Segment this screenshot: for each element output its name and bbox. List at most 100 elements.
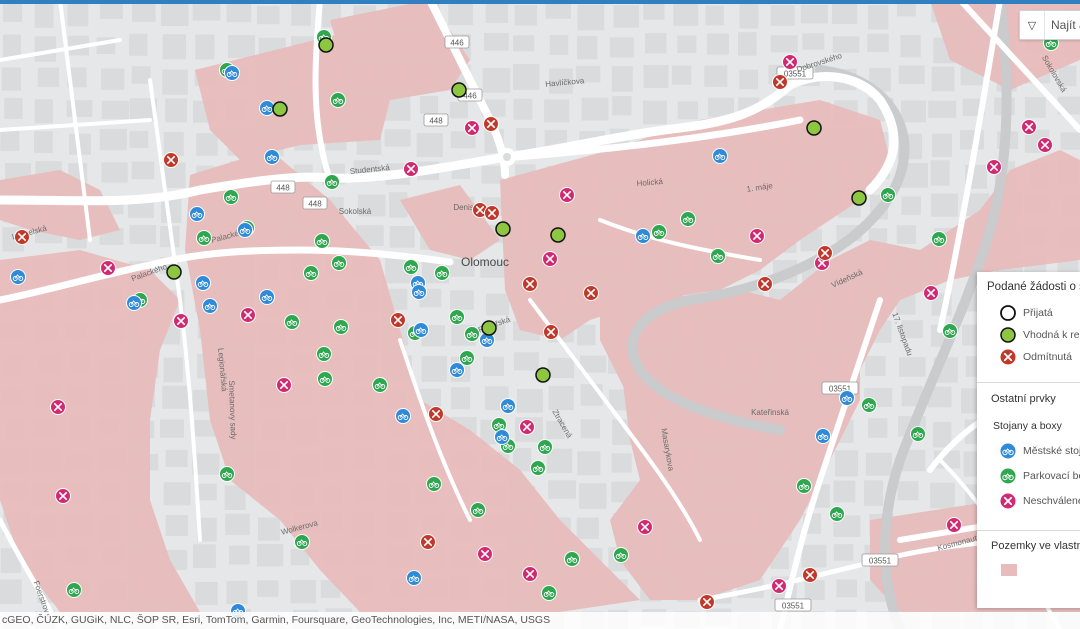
parking-box-marker[interactable]: [223, 189, 239, 205]
suitable-request-marker[interactable]: [166, 264, 182, 280]
unapproved-marker[interactable]: [946, 517, 962, 533]
parking-box-marker[interactable]: [403, 259, 419, 275]
unapproved-marker[interactable]: [771, 578, 787, 594]
parking-box-marker[interactable]: [196, 230, 212, 246]
city-rack-marker[interactable]: [259, 289, 275, 305]
unapproved-marker[interactable]: [1021, 119, 1037, 135]
unapproved-marker[interactable]: [522, 566, 538, 582]
parking-box-marker[interactable]: [530, 460, 546, 476]
unapproved-marker[interactable]: [477, 546, 493, 562]
unapproved-marker[interactable]: [986, 159, 1002, 175]
city-rack-marker[interactable]: [839, 390, 855, 406]
suitable-request-marker[interactable]: [318, 37, 334, 53]
unapproved-marker[interactable]: [403, 161, 419, 177]
city-rack-marker[interactable]: [395, 408, 411, 424]
parking-box-marker[interactable]: [324, 174, 340, 190]
city-rack-marker[interactable]: [815, 428, 831, 444]
unapproved-marker[interactable]: [464, 120, 480, 136]
parking-box-marker[interactable]: [294, 534, 310, 550]
rejected-request-marker[interactable]: [772, 74, 788, 90]
rejected-request-marker[interactable]: [817, 245, 833, 261]
rejected-request-marker[interactable]: [390, 312, 406, 328]
city-rack-marker[interactable]: [406, 570, 422, 586]
parking-box-marker[interactable]: [541, 585, 557, 601]
city-rack-marker[interactable]: [494, 429, 510, 445]
city-rack-marker[interactable]: [189, 206, 205, 222]
parking-box-marker[interactable]: [942, 323, 958, 339]
parking-box-marker[interactable]: [464, 326, 480, 342]
map-canvas[interactable]: 44644844844803551035510355103551446 Pala…: [0, 0, 1080, 629]
suitable-request-marker[interactable]: [550, 227, 566, 243]
unapproved-marker[interactable]: [519, 419, 535, 435]
unapproved-marker[interactable]: [782, 54, 798, 70]
city-rack-marker[interactable]: [411, 284, 427, 300]
parking-box-marker[interactable]: [470, 502, 486, 518]
city-rack-marker[interactable]: [449, 362, 465, 378]
city-rack-marker[interactable]: [413, 322, 429, 338]
parking-box-marker[interactable]: [434, 265, 450, 281]
city-rack-marker[interactable]: [259, 100, 275, 116]
unapproved-marker[interactable]: [240, 307, 256, 323]
parking-box-marker[interactable]: [537, 439, 553, 455]
rejected-request-marker[interactable]: [420, 534, 436, 550]
parking-box-marker[interactable]: [316, 346, 332, 362]
parking-box-marker[interactable]: [564, 551, 580, 567]
search-source-dropdown[interactable]: ▽: [1020, 11, 1045, 39]
rejected-request-marker[interactable]: [543, 324, 559, 340]
city-rack-marker[interactable]: [10, 269, 26, 285]
suitable-request-marker[interactable]: [535, 367, 551, 383]
parking-box-marker[interactable]: [613, 547, 629, 563]
parking-box-marker[interactable]: [330, 92, 346, 108]
parking-box-marker[interactable]: [314, 233, 330, 249]
parking-box-marker[interactable]: [333, 319, 349, 335]
suitable-request-marker[interactable]: [272, 101, 288, 117]
parking-box-marker[interactable]: [796, 478, 812, 494]
suitable-request-marker[interactable]: [451, 82, 467, 98]
city-rack-marker[interactable]: [224, 65, 240, 81]
city-rack-marker[interactable]: [264, 149, 280, 165]
parking-box-marker[interactable]: [880, 187, 896, 203]
search-widget[interactable]: ▽ Najít a: [1019, 10, 1080, 40]
suitable-request-marker[interactable]: [481, 320, 497, 336]
rejected-request-marker[interactable]: [802, 567, 818, 583]
parking-box-marker[interactable]: [861, 397, 877, 413]
parking-box-marker[interactable]: [66, 582, 82, 598]
parking-box-marker[interactable]: [710, 248, 726, 264]
unapproved-marker[interactable]: [542, 251, 558, 267]
city-rack-marker[interactable]: [712, 148, 728, 164]
parking-box-marker[interactable]: [284, 314, 300, 330]
parking-box-marker[interactable]: [829, 506, 845, 522]
parking-box-marker[interactable]: [459, 350, 475, 366]
unapproved-marker[interactable]: [173, 313, 189, 329]
parking-box-marker[interactable]: [449, 309, 465, 325]
search-input[interactable]: Najít a: [1045, 18, 1080, 32]
rejected-request-marker[interactable]: [428, 406, 444, 422]
city-rack-marker[interactable]: [237, 222, 253, 238]
unapproved-marker[interactable]: [55, 488, 71, 504]
city-rack-marker[interactable]: [195, 275, 211, 291]
unapproved-marker[interactable]: [50, 399, 66, 415]
parking-box-marker[interactable]: [651, 224, 667, 240]
unapproved-marker[interactable]: [637, 519, 653, 535]
rejected-request-marker[interactable]: [757, 276, 773, 292]
suitable-request-marker[interactable]: [806, 120, 822, 136]
unapproved-marker[interactable]: [276, 377, 292, 393]
unapproved-marker[interactable]: [100, 260, 116, 276]
parking-box-marker[interactable]: [317, 371, 333, 387]
city-rack-marker[interactable]: [126, 295, 142, 311]
rejected-request-marker[interactable]: [14, 229, 30, 245]
rejected-request-marker[interactable]: [583, 285, 599, 301]
suitable-request-marker[interactable]: [495, 221, 511, 237]
unapproved-marker[interactable]: [559, 187, 575, 203]
city-rack-marker[interactable]: [500, 398, 516, 414]
city-rack-marker[interactable]: [635, 228, 651, 244]
rejected-request-marker[interactable]: [163, 152, 179, 168]
rejected-request-marker[interactable]: [699, 594, 715, 610]
parking-box-marker[interactable]: [372, 377, 388, 393]
parking-box-marker[interactable]: [680, 211, 696, 227]
suitable-request-marker[interactable]: [851, 190, 867, 206]
parking-box-marker[interactable]: [910, 426, 926, 442]
parking-box-marker[interactable]: [303, 265, 319, 281]
rejected-request-marker[interactable]: [484, 205, 500, 221]
rejected-request-marker[interactable]: [483, 116, 499, 132]
